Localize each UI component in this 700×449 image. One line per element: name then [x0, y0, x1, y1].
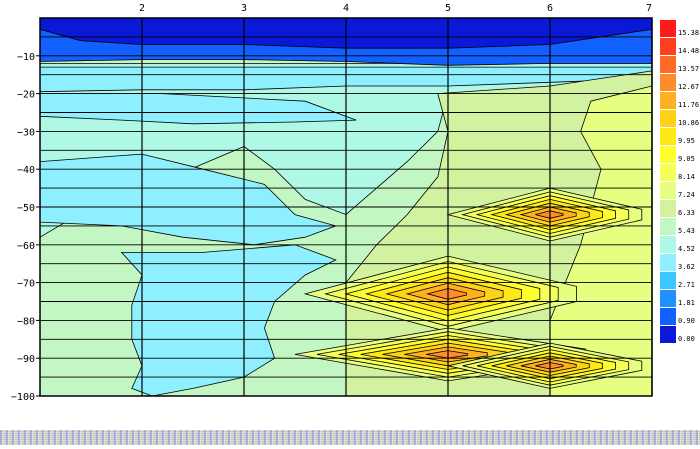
- colorbar-swatch: [660, 164, 676, 181]
- x-tick-label: 5: [445, 3, 451, 14]
- colorbar-swatch: [660, 254, 676, 271]
- x-tick-label: 6: [547, 3, 553, 14]
- colorbar-label: 8.14: [678, 173, 695, 181]
- y-tick-label: −20: [17, 90, 35, 101]
- colorbar-swatch: [660, 290, 676, 307]
- colorbar-swatch: [660, 74, 676, 91]
- y-tick-label: −40: [17, 165, 35, 176]
- colorbar-label: 0.90: [678, 317, 695, 325]
- colorbar-label: 15.38: [678, 29, 699, 37]
- colorbar-label: 12.67: [678, 83, 699, 91]
- colorbar-swatch: [660, 182, 676, 199]
- colorbar-swatch: [660, 236, 676, 253]
- colorbar-swatch: [660, 326, 676, 343]
- contour-chart: 2 3 4 5 6 7 −10 −20 −30 −40 −50 −60 −70 −80 −90 −100 1…: [0, 0, 700, 445]
- noise-strip: [0, 430, 700, 445]
- colorbar-label: 13.57: [678, 65, 699, 73]
- colorbar-swatch: [660, 308, 676, 325]
- y-tick-label: −60: [17, 241, 35, 252]
- y-tick-label: −80: [17, 316, 35, 327]
- colorbar-swatch: [660, 146, 676, 163]
- x-tick-label: 7: [646, 3, 652, 14]
- y-tick-label: −90: [17, 354, 35, 365]
- colorbar-swatch: [660, 218, 676, 235]
- colorbar-label: 9.95: [678, 137, 695, 145]
- colorbar-swatch: [660, 20, 676, 37]
- colorbar-label: 2.71: [678, 281, 695, 289]
- colorbar-swatch: [660, 272, 676, 289]
- colorbar-label: 3.62: [678, 263, 695, 271]
- colorbar-label: 1.81: [678, 299, 695, 307]
- y-tick-label: −10: [17, 52, 35, 63]
- grid-lines: [40, 18, 653, 396]
- chart-area: 2 3 4 5 6 7 −10 −20 −30 −40 −50 −60 −70 −80 −90 −100 1…: [0, 0, 700, 445]
- colorbar-swatch: [660, 128, 676, 145]
- colorbar-swatch: [660, 110, 676, 127]
- colorbar-swatch: [660, 92, 676, 109]
- colorbar-label: 6.33: [678, 209, 695, 217]
- colorbar-label: 14.48: [678, 47, 699, 55]
- y-tick-label: −30: [17, 127, 35, 138]
- y-tick-label: −50: [17, 203, 35, 214]
- colorbar-swatch: [660, 200, 676, 217]
- x-tick-label: 2: [139, 3, 145, 14]
- x-tick-label: 4: [343, 3, 349, 14]
- colorbar-label: 4.52: [678, 245, 695, 253]
- y-tick-label: −100: [11, 392, 35, 403]
- colorbar-label: 7.24: [678, 191, 695, 199]
- y-tick-label: −70: [17, 279, 35, 290]
- colorbar-swatch: [660, 56, 676, 73]
- colorbar-label: 9.05: [678, 155, 695, 163]
- x-tick-label: 3: [241, 3, 247, 14]
- colorbar-label: 5.43: [678, 227, 695, 235]
- colorbar-label: 0.00: [678, 335, 695, 343]
- colorbar-label: 10.86: [678, 119, 699, 127]
- colorbar-label: 11.76: [678, 101, 699, 109]
- colorbar-swatch: [660, 38, 676, 55]
